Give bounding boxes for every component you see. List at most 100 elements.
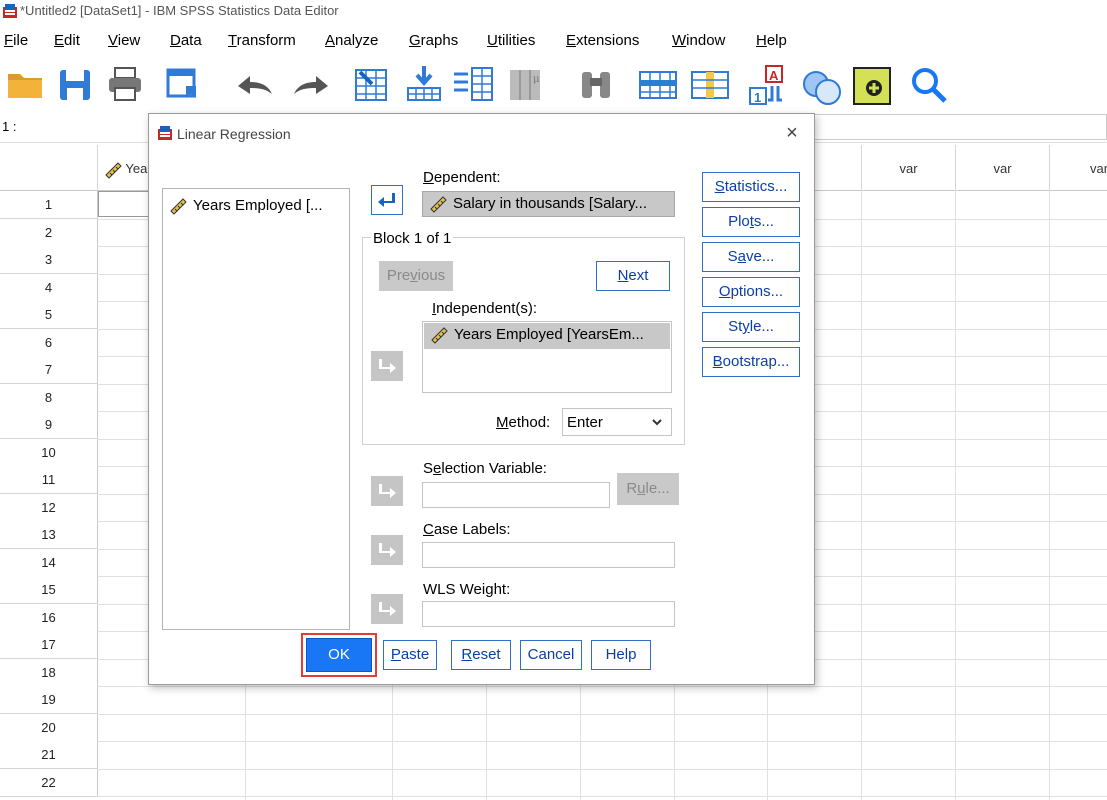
side-button[interactable]: Style... — [702, 312, 800, 342]
method-select[interactable]: Enter — [562, 408, 672, 436]
svg-text:A: A — [769, 68, 779, 83]
row-header[interactable]: 21 — [0, 741, 98, 769]
menu-item[interactable]: File — [4, 32, 28, 49]
list-item[interactable]: Years Employed [... — [169, 197, 323, 215]
redo-icon[interactable] — [288, 64, 334, 104]
next-button[interactable]: Next — [596, 261, 670, 291]
independents-label: Independent(s): — [432, 300, 538, 317]
row-header[interactable]: 5 — [0, 301, 98, 329]
ruler-icon — [430, 196, 447, 213]
arrow-left-icon — [378, 193, 395, 207]
row-header[interactable]: 17 — [0, 631, 98, 659]
cancel-button[interactable]: Cancel — [520, 640, 582, 670]
insert-cases-icon[interactable] — [638, 64, 678, 104]
menu-item[interactable]: Analyze — [325, 32, 378, 49]
row-header[interactable]: 10 — [0, 438, 98, 467]
side-button[interactable]: Statistics... — [702, 172, 800, 202]
selection-variable-field[interactable] — [422, 482, 610, 508]
move-to-independents-button[interactable] — [371, 351, 403, 381]
wls-weight-field[interactable] — [422, 601, 675, 627]
grid-corner — [0, 145, 98, 191]
move-to-case-labels-button[interactable] — [371, 535, 403, 565]
side-button[interactable]: Bootstrap... — [702, 347, 800, 377]
menu-item[interactable]: Extensions — [566, 32, 639, 49]
row-header[interactable]: 1 — [0, 191, 98, 219]
descriptive-statistics-icon: μ — [510, 70, 540, 100]
insert-variable-icon[interactable] — [690, 64, 730, 104]
dependent-field[interactable]: Salary in thousands [Salary... — [422, 191, 675, 217]
go-to-case-icon[interactable] — [352, 64, 392, 104]
close-icon[interactable]: × — [781, 122, 803, 144]
linear-regression-dialog: Linear Regression × Years Employed [... … — [148, 113, 815, 685]
row-header[interactable]: 2 — [0, 218, 98, 247]
move-to-selection-button[interactable] — [371, 476, 403, 506]
ruler-icon — [431, 327, 448, 344]
cell-reference-label: 1 : — [2, 119, 17, 134]
reset-button[interactable]: Reset — [451, 640, 511, 670]
row-header[interactable]: 12 — [0, 493, 98, 522]
block-label: Block 1 of 1 — [371, 230, 454, 247]
ruler-icon — [170, 198, 187, 215]
row-header[interactable]: 8 — [0, 383, 98, 412]
row-header[interactable]: 18 — [0, 658, 98, 687]
row-header[interactable]: 20 — [0, 713, 98, 742]
row-header[interactable]: 16 — [0, 603, 98, 632]
value-labels-icon[interactable]: A 1 — [748, 64, 792, 108]
undo-icon[interactable] — [232, 64, 278, 104]
rule-button[interactable]: Rule... — [617, 473, 679, 505]
help-button[interactable]: Help — [591, 640, 651, 670]
row-header[interactable]: 11 — [0, 466, 98, 494]
menu-item[interactable]: Edit — [54, 32, 80, 49]
menu-item[interactable]: Window — [672, 32, 725, 49]
case-labels-label: Case Labels: — [423, 521, 511, 538]
move-to-dependent-button[interactable] — [371, 185, 403, 215]
column-header-var[interactable]: var — [956, 145, 1050, 191]
list-item[interactable]: Years Employed [YearsEm... — [424, 323, 670, 349]
use-variable-sets-icon[interactable] — [800, 64, 844, 108]
open-folder-icon[interactable] — [6, 64, 46, 104]
go-to-variable-icon[interactable] — [404, 64, 444, 104]
row-header[interactable]: 22 — [0, 768, 98, 797]
menu-item[interactable]: Help — [756, 32, 787, 49]
row-header[interactable]: 13 — [0, 521, 98, 549]
variables-icon[interactable] — [452, 64, 496, 104]
dialog-recall-icon[interactable] — [164, 64, 204, 104]
move-to-wls-weight-button[interactable] — [371, 594, 403, 624]
row-header[interactable]: 14 — [0, 548, 98, 577]
row-header[interactable]: 7 — [0, 356, 98, 384]
save-icon[interactable] — [58, 64, 94, 104]
previous-button[interactable]: Previous — [379, 261, 453, 291]
menu-item[interactable]: Graphs — [409, 32, 458, 49]
arrow-right-icon — [379, 602, 396, 616]
side-button[interactable]: Save... — [702, 242, 800, 272]
svg-text:μ: μ — [533, 74, 540, 85]
row-header[interactable]: 19 — [0, 686, 98, 714]
column-header-var[interactable]: var — [862, 145, 956, 191]
side-button[interactable]: Options... — [702, 277, 800, 307]
row-header[interactable]: 4 — [0, 273, 98, 302]
row-header[interactable]: 3 — [0, 246, 98, 274]
menu-item[interactable]: Utilities — [487, 32, 535, 49]
method-label: Method: — [496, 414, 551, 431]
method-value: Enter — [567, 414, 603, 431]
independents-list[interactable]: Years Employed [YearsEm... — [422, 321, 672, 393]
side-button[interactable]: Plots... — [702, 207, 800, 237]
search-icon[interactable] — [908, 64, 952, 108]
arrow-right-icon — [379, 484, 396, 498]
row-header[interactable]: 6 — [0, 328, 98, 357]
ok-button[interactable]: OK — [306, 638, 372, 672]
row-header[interactable]: 15 — [0, 576, 98, 604]
menu-item[interactable]: View — [108, 32, 140, 49]
toolbar: μ A 1 — [0, 58, 1107, 110]
column-header-var[interactable]: var — [1050, 145, 1107, 191]
menu-item[interactable]: Data — [170, 32, 202, 49]
show-all-variables-icon[interactable] — [852, 64, 896, 108]
find-icon[interactable] — [576, 64, 616, 104]
case-labels-field[interactable] — [422, 542, 675, 568]
arrow-right-icon — [379, 543, 396, 557]
row-header[interactable]: 9 — [0, 411, 98, 439]
paste-button[interactable]: Paste — [383, 640, 437, 670]
menu-item[interactable]: Transform — [228, 32, 296, 49]
print-icon[interactable] — [105, 64, 145, 104]
source-variable-list[interactable]: Years Employed [... — [162, 188, 350, 630]
